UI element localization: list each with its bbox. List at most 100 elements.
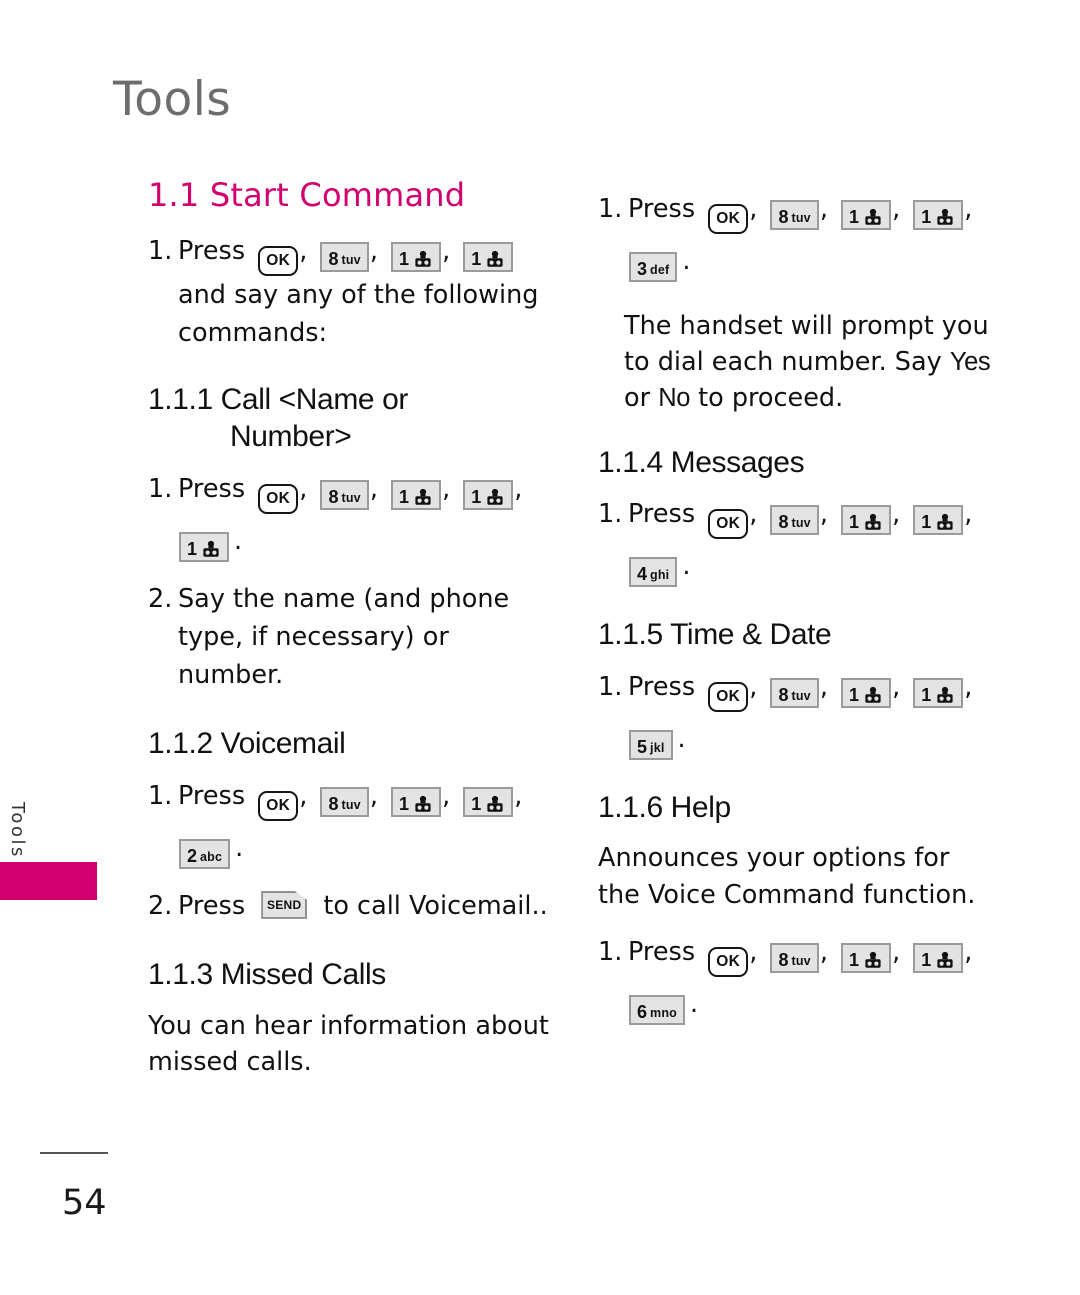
comma: , <box>964 671 973 702</box>
step-number: 1. <box>598 499 623 530</box>
comma: , <box>749 936 758 967</box>
comma: , <box>819 671 828 702</box>
voicemail-glyph-icon <box>935 951 955 970</box>
key-8-tuv: 8 tuv <box>320 786 369 817</box>
left-column: 1.1 Start Command 1. Press OK, 8 tuv, 1, … <box>148 177 556 1096</box>
step-number: 2. <box>148 583 173 614</box>
step-item: 2. Say the name (and phone type, if nece… <box>148 580 556 695</box>
voicemail-glyph-icon <box>413 488 433 507</box>
comma: , <box>964 499 973 530</box>
step-verb: Press <box>628 194 696 224</box>
period: . <box>677 723 686 754</box>
voicemail-glyph-icon <box>413 795 433 814</box>
side-tab-accent-bar <box>0 862 97 900</box>
step-verb: Press <box>628 499 696 530</box>
step-item: 1. Press OK, 8 tuv, 1, 1 and say any of t… <box>148 232 556 353</box>
step-number: 1. <box>148 473 173 504</box>
key-8-tuv: 8 tuv <box>770 677 819 708</box>
key-8-tuv: 8 tuv <box>770 200 819 230</box>
voicemail-glyph-icon <box>485 250 505 269</box>
voicemail-glyph-icon <box>413 250 433 269</box>
step-text: Say the name (and phone type, if necessa… <box>178 583 510 691</box>
key-6-mno: 6 mno <box>629 994 686 1025</box>
heading-1-1-3: 1.1.3 Missed Calls <box>148 958 386 992</box>
comma: , <box>369 235 378 266</box>
key-1-voicemail: 1 <box>391 786 442 817</box>
comma: , <box>819 936 828 967</box>
key-1-voicemail: 1 <box>841 200 892 230</box>
comma: , <box>749 499 758 530</box>
step-item: 1. Press OK, 8 tuv, 1, 1, 2 abc. <box>148 777 556 869</box>
note-line3-a: or <box>624 383 659 414</box>
heading-1-1-1-line1: 1.1.1 Call <Name or <box>148 383 409 417</box>
ok-key-icon: OK <box>708 946 749 977</box>
step-item: 1. Press OK, 8 tuv, 1, 1, 4 ghi. <box>598 495 998 588</box>
key-1-voicemail: 1 <box>179 531 230 562</box>
page-title: Tools <box>113 72 232 127</box>
step-verb: Press <box>628 936 696 967</box>
step-number: 1. <box>598 936 623 967</box>
voicemail-glyph-icon <box>485 488 505 507</box>
step-item: 2. Press SEND to call Voicemail.. <box>148 887 556 925</box>
comma: , <box>442 780 451 811</box>
heading-1-1-2: 1.1.2 Voicemail <box>148 727 346 761</box>
key-2-abc: 2 abc <box>179 838 231 869</box>
key-1-voicemail: 1 <box>913 505 964 536</box>
comma: , <box>369 473 378 504</box>
step-number: 1. <box>598 671 623 702</box>
note-yes: Yes <box>949 348 991 377</box>
key-1-voicemail: 1 <box>463 786 514 817</box>
key-1-voicemail: 1 <box>391 479 442 510</box>
comma: , <box>299 780 308 811</box>
period: . <box>234 525 243 556</box>
step-number: 1. <box>148 780 173 811</box>
heading-1-1-1-line2: Number> <box>230 419 352 453</box>
comma: , <box>514 473 523 504</box>
comma: , <box>892 194 901 224</box>
voicemail-glyph-icon <box>485 795 505 814</box>
key-4-ghi: 4 ghi <box>629 557 678 588</box>
key-1-voicemail: 1 <box>463 479 514 510</box>
comma: , <box>299 235 308 266</box>
paragraph-missed-calls: You can hear information about missed ca… <box>148 1010 549 1077</box>
period: . <box>690 988 699 1019</box>
comma: , <box>819 194 828 224</box>
step-item: 1. Press OK, 8 tuv, 1, 1, 6 mno. <box>598 933 998 1025</box>
ok-key-icon: OK <box>258 790 299 821</box>
footer-rule <box>40 1152 108 1154</box>
key-1-voicemail: 1 <box>913 200 964 230</box>
note-line2-a: to dial each number. Say <box>624 347 950 378</box>
step-number: 2. <box>148 890 173 921</box>
step-item: 1. Press OK, 8 tuv, 1, 1, 5 jkl. <box>598 668 998 760</box>
key-8-tuv: 8 tuv <box>320 479 369 510</box>
key-3-def: 3 def <box>629 252 678 282</box>
voicemail-glyph-icon <box>863 686 883 705</box>
step-number: 1. <box>598 194 623 224</box>
step-number: 1. <box>148 235 173 266</box>
key-1-voicemail: 1 <box>913 942 964 973</box>
period: . <box>682 246 691 276</box>
comma: , <box>819 499 828 530</box>
key-1-voicemail: 1 <box>463 241 514 272</box>
key-1-voicemail: 1 <box>391 241 442 272</box>
step-verb: Press <box>178 890 246 921</box>
ok-key-icon: OK <box>708 204 749 234</box>
step-continuation: and say any of the following commands: <box>178 279 539 349</box>
step-verb: Press <box>628 671 696 702</box>
side-thumb-tab: Tools <box>0 760 98 920</box>
voicemail-glyph-icon <box>935 208 955 227</box>
period: . <box>235 832 244 863</box>
page-number: 54 <box>62 1183 107 1223</box>
comma: , <box>892 936 901 967</box>
heading-1-1-4: 1.1.4 Messages <box>598 445 805 479</box>
side-tab-label: Tools <box>7 802 28 859</box>
key-5-jkl: 5 jkl <box>629 729 673 760</box>
ok-key-icon: OK <box>708 681 749 712</box>
step-item: 1. Press OK, 8 tuv, 1, 1, 3 def. <box>598 190 998 282</box>
ok-key-icon: OK <box>708 509 749 540</box>
paragraph-help: Announces your options for the Voice Com… <box>598 843 976 910</box>
comma: , <box>442 235 451 266</box>
ok-key-icon: OK <box>258 245 299 276</box>
comma: , <box>749 671 758 702</box>
step-tail: to call Voicemail.. <box>323 890 548 921</box>
